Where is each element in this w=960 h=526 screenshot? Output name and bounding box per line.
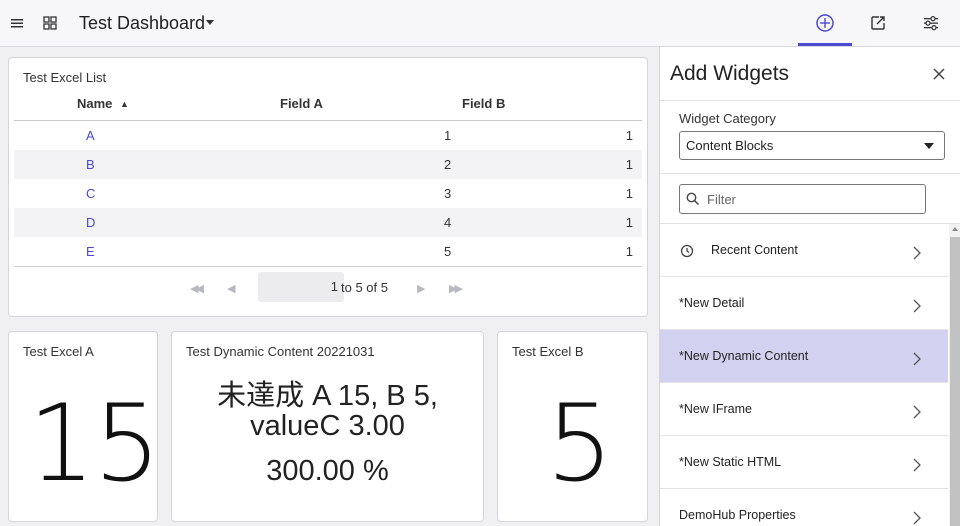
column-header-field-a[interactable]: Field A (280, 96, 323, 120)
widget-item-new-iframe[interactable]: *New IFrame (660, 383, 948, 436)
dynamic-line-3: 300.00 % (266, 455, 389, 487)
card-title: Test Excel B (512, 344, 584, 359)
chevron-right-icon (913, 246, 921, 260)
page-number-input[interactable]: 1 (258, 272, 344, 302)
table-row: C 3 1 (86, 186, 633, 201)
last-page-button[interactable]: ▶▶ (449, 282, 463, 295)
first-page-button[interactable]: ◀◀ (190, 282, 204, 295)
chevron-down-icon (924, 143, 934, 149)
chevron-right-icon (913, 511, 921, 525)
page-range-text: to 5 of 5 (341, 280, 388, 295)
dynamic-line-1: 未達成 A 15, B 5, (217, 380, 438, 412)
previous-page-button[interactable]: ◀ (227, 282, 235, 295)
table-row: E 5 1 (86, 244, 633, 259)
widget-category-label: Widget Category (679, 111, 776, 126)
kpi-value: 5 (546, 382, 613, 505)
chevron-right-icon (913, 299, 921, 313)
row-name-link[interactable]: B (86, 157, 95, 172)
page-title[interactable]: Test Dashboard (79, 13, 205, 34)
menu-icon[interactable] (8, 14, 26, 32)
scroll-up-icon[interactable] (952, 227, 958, 231)
row-name-link[interactable]: C (86, 186, 95, 201)
widget-category-select[interactable]: Content Blocks (679, 131, 945, 160)
row-name-link[interactable]: A (86, 128, 95, 143)
top-bar: Test Dashboard (0, 0, 960, 47)
widget-item-recent-content[interactable]: Recent Content (660, 224, 948, 277)
settings-sliders-icon[interactable] (922, 14, 940, 32)
table-row: A 1 1 (86, 128, 633, 143)
card-title: Test Excel List (23, 70, 107, 85)
card-title: Test Dynamic Content 20221031 (186, 344, 375, 359)
active-tab-indicator (798, 43, 852, 46)
table-row: D 4 1 (14, 208, 642, 237)
title-dropdown-caret-icon[interactable] (206, 20, 214, 25)
panel-title: Add Widgets (670, 62, 790, 85)
filter-input[interactable]: Filter (679, 184, 926, 214)
add-widgets-panel: Add Widgets Widget Category Content Bloc… (659, 47, 960, 526)
widget-item-new-static-html[interactable]: *New Static HTML (660, 436, 948, 489)
card-title: Test Excel A (23, 344, 94, 359)
add-circle-icon[interactable] (815, 13, 835, 33)
excel-b-card: Test Excel B 5 (497, 331, 648, 522)
export-icon[interactable] (869, 14, 887, 32)
widget-item-new-detail[interactable]: *New Detail (660, 277, 948, 330)
sort-ascending-icon: ▲ (120, 99, 129, 109)
chevron-right-icon (913, 458, 921, 472)
widget-item-demohub-properties[interactable]: DemoHub Properties (660, 489, 948, 526)
widget-item-new-dynamic-content[interactable]: *New Dynamic Content (660, 330, 948, 383)
kpi-value: 15 (28, 382, 161, 505)
excel-a-card: Test Excel A 15 (8, 331, 161, 522)
close-icon[interactable] (932, 67, 946, 81)
dynamic-line-2: valueC 3.00 (250, 410, 405, 442)
row-name-link[interactable]: D (86, 215, 95, 230)
next-page-button[interactable]: ▶ (417, 282, 425, 295)
column-header-field-b[interactable]: Field B (462, 96, 505, 120)
clock-icon (680, 244, 694, 258)
column-header-name[interactable]: Name ▲ (77, 96, 129, 120)
row-name-link[interactable]: E (86, 244, 95, 259)
search-icon (686, 192, 700, 206)
excel-list-card: Test Excel List Name ▲ Field A Field B A… (8, 57, 648, 317)
chevron-right-icon (913, 405, 921, 419)
chevron-right-icon (913, 352, 921, 366)
table-row: B 2 1 (14, 150, 642, 179)
scrollbar-thumb[interactable] (950, 237, 960, 526)
grid-icon[interactable] (41, 14, 59, 32)
dynamic-content-card: Test Dynamic Content 20221031 未達成 A 15, … (171, 331, 484, 522)
